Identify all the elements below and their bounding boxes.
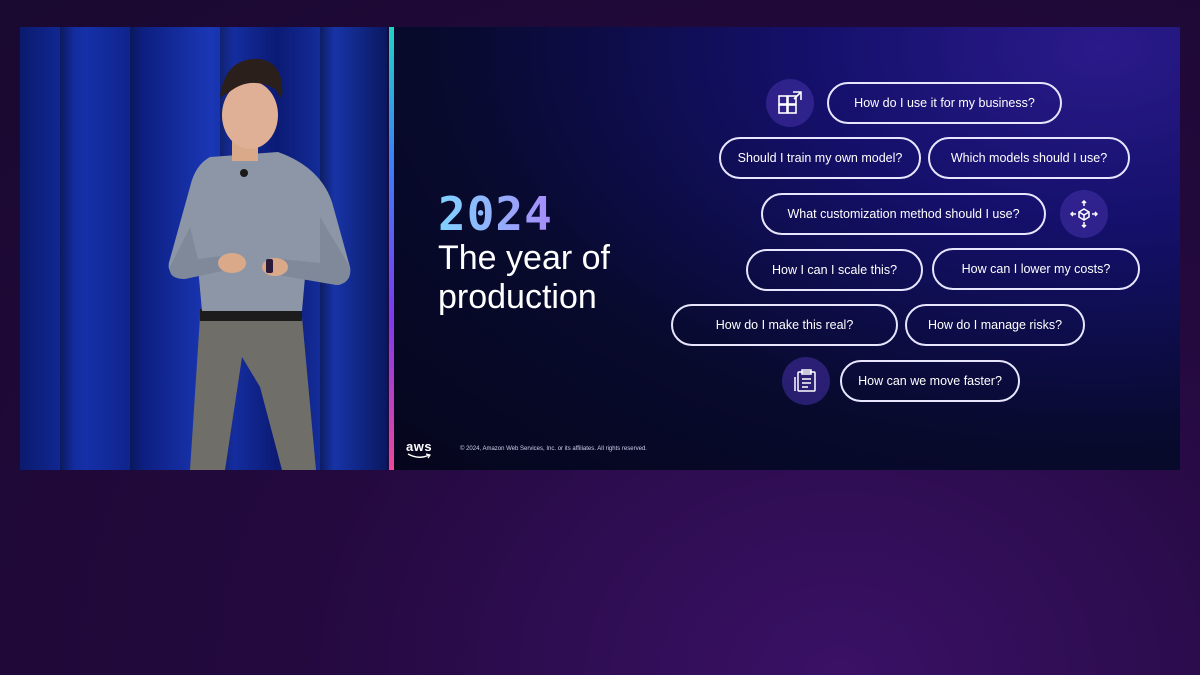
aws-logo: aws (406, 439, 433, 454)
question-pill: Should I train my own model? (719, 137, 921, 179)
checklist-icon (782, 357, 830, 405)
question-pill: How do I use it for my business? (827, 82, 1062, 124)
question-pill: How do I make this real? (671, 304, 898, 346)
question-pill: How I can I scale this? (746, 249, 923, 291)
grid-expand-icon (766, 79, 814, 127)
question-pill: How can we move faster? (840, 360, 1020, 402)
presenter-video (20, 27, 387, 470)
copyright-notice: © 2024, Amazon Web Services, Inc. or its… (460, 446, 647, 452)
question-pill: How do I manage risks? (905, 304, 1085, 346)
slide-headline: The year of production (438, 239, 610, 316)
question-pill: Which models should I use? (928, 137, 1130, 179)
question-pill: What customization method should I use? (761, 193, 1046, 235)
presenter-figure (168, 58, 351, 470)
presentation-slide: 2024 The year of production How do I use… (394, 27, 1180, 470)
aws-smile-icon (407, 453, 431, 459)
slide-year: 2024 (438, 187, 553, 241)
question-pill: How can I lower my costs? (932, 248, 1140, 290)
cube-arrows-icon (1060, 190, 1108, 238)
